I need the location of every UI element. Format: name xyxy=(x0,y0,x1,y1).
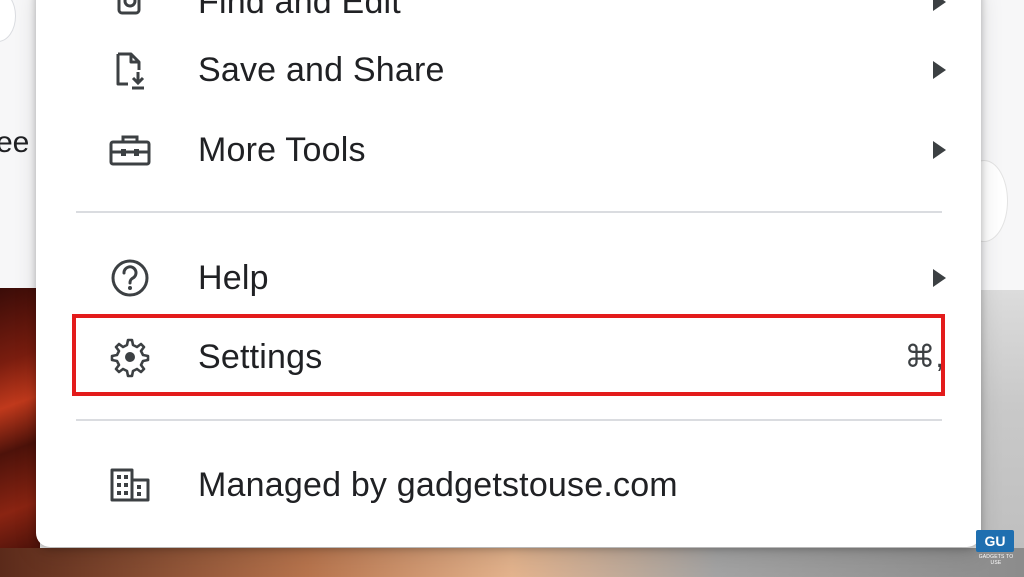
menu-item-more-tools[interactable]: More Tools xyxy=(76,118,946,182)
submenu-arrow-icon xyxy=(933,0,946,11)
watermark-text: GADGETS TO USE xyxy=(978,554,1014,566)
menu-item-managed-by[interactable]: Managed by gadgetstouse.com xyxy=(76,453,946,517)
menu-item-label: Save and Share xyxy=(198,50,445,89)
file-download-icon xyxy=(108,48,152,92)
menu-item-label: More Tools xyxy=(198,130,366,169)
menu-item-label: Settings xyxy=(198,337,323,376)
gear-icon xyxy=(108,335,152,379)
chrome-menu-panel: Find and Edit Save and Share More Tools … xyxy=(36,0,981,547)
background-photo-bottom xyxy=(0,548,1024,577)
watermark-logo: GU xyxy=(976,530,1014,552)
help-circle-icon xyxy=(108,256,152,300)
menu-separator xyxy=(76,419,942,421)
submenu-arrow-icon xyxy=(933,269,946,287)
find-replace-icon xyxy=(108,0,152,24)
submenu-arrow-icon xyxy=(933,141,946,159)
menu-separator xyxy=(76,211,942,213)
page-text-partial: ee xyxy=(0,126,30,159)
menu-item-save-and-share[interactable]: Save and Share xyxy=(76,38,946,102)
building-icon xyxy=(108,463,152,507)
submenu-arrow-icon xyxy=(933,61,946,79)
menu-item-help[interactable]: Help xyxy=(76,246,946,310)
menu-item-find-and-edit[interactable]: Find and Edit xyxy=(76,0,946,34)
keyboard-shortcut: ⌘, xyxy=(904,339,944,374)
toolbox-icon xyxy=(108,128,152,172)
menu-item-settings[interactable]: Settings ⌘, xyxy=(76,325,946,389)
menu-item-label: Help xyxy=(198,258,269,297)
gadgetstouse-watermark: GU GADGETS TO USE xyxy=(976,530,1016,566)
menu-item-label: Managed by gadgetstouse.com xyxy=(198,465,678,504)
background-photo-left xyxy=(0,288,40,577)
menu-item-label: Find and Edit xyxy=(198,0,401,21)
